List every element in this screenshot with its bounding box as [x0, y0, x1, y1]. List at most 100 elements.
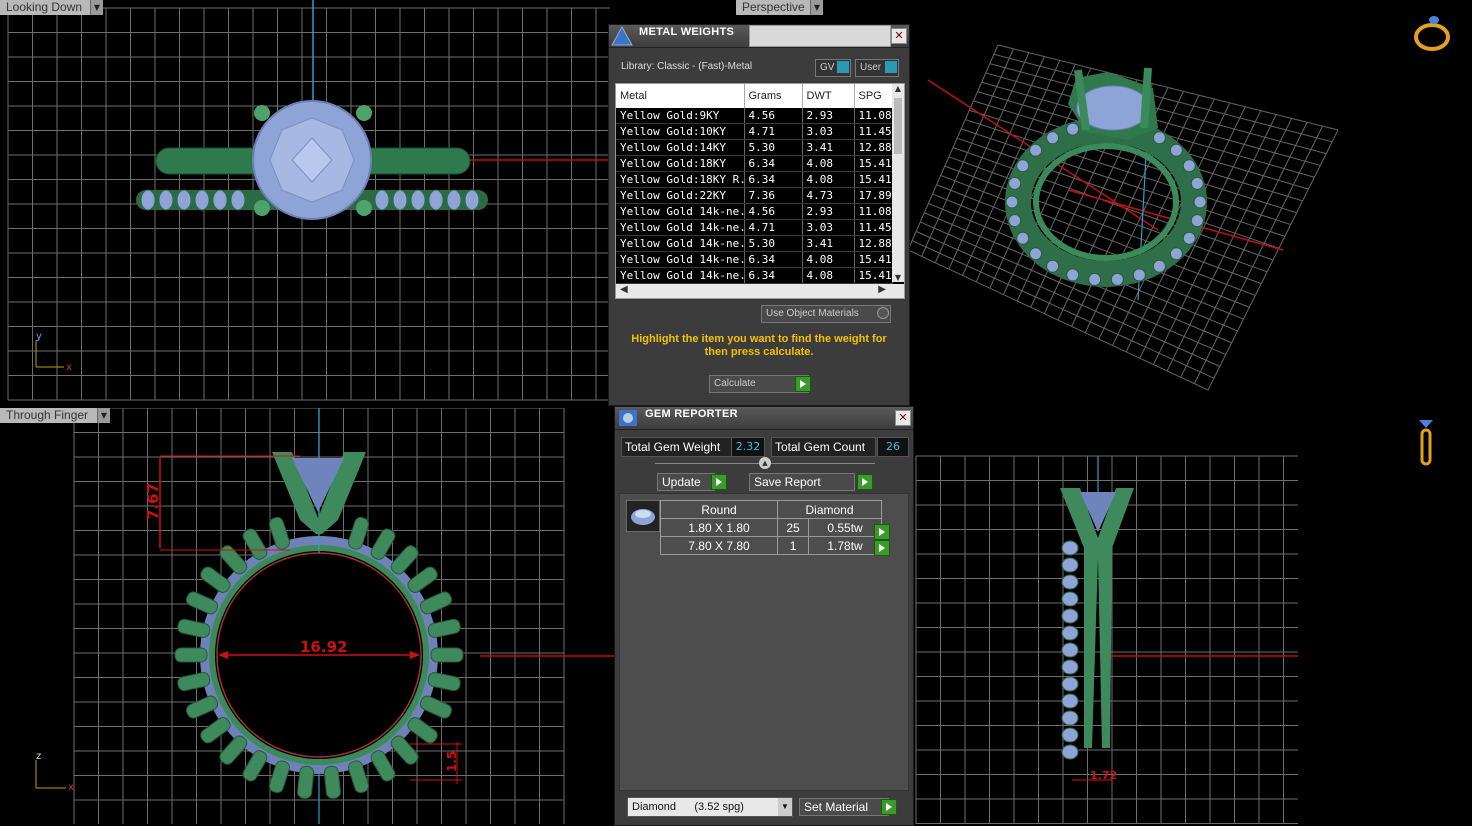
metal-row[interactable]: Yellow Gold 14k-ne...6.344.0815.41	[616, 251, 893, 268]
dimension-height: 7.67	[144, 483, 162, 520]
metal-row[interactable]: Yellow Gold:22KY 7.36 4.73 17.89	[616, 187, 893, 204]
metal-weights-titlebar[interactable]: METAL WEIGHTS ✕	[609, 25, 909, 48]
grid-side: 1.72	[915, 455, 1298, 824]
user-toggle[interactable]	[885, 61, 897, 73]
use-object-materials-button[interactable]: Use Object Materials	[761, 305, 891, 323]
gv-label: GV	[820, 62, 835, 73]
horizontal-scrollbar[interactable]: ◀ ▶	[616, 284, 904, 298]
metal-cell: 4.71	[744, 123, 803, 140]
gem-reporter-titlebar[interactable]: GEM REPORTER ✕	[615, 407, 913, 430]
metal-row[interactable]: Yellow Gold:10KY 4.71 3.03 11.45	[616, 123, 893, 140]
metal-row[interactable]: Yellow Gold 14k-ne...4.562.9311.08	[616, 203, 893, 220]
metal-weights-icon	[611, 26, 633, 46]
calculate-button[interactable]: Calculate	[709, 375, 809, 393]
gem-row-go-icon[interactable]	[874, 524, 890, 540]
metal-cell: 5.30	[744, 139, 803, 156]
viewport-perspective[interactable]: Perspective	[908, 0, 1472, 404]
dimension-diameter: 16.92	[300, 638, 347, 656]
metal-row[interactable]: Yellow Gold 14k-ne...5.303.4112.88	[616, 235, 893, 252]
gem-list-area[interactable]: Round Diamond 1.80 X 1.80 25 0.55tw 7.80 X …	[619, 493, 909, 791]
collapse-icon[interactable]: ▲	[759, 457, 771, 469]
viewport-side[interactable]: 1.72	[912, 408, 1472, 824]
metal-cell: 11.08	[854, 108, 893, 124]
ring-icon[interactable]	[1412, 12, 1452, 54]
update-button[interactable]: Update	[657, 473, 715, 491]
viewport-through-finger[interactable]: 7.67 16.92 1.5 z x Through Finger ▼	[0, 408, 614, 824]
scroll-down-icon[interactable]: ▼	[892, 273, 904, 282]
material-select[interactable]: Diamond (3.52 spg) ▼	[627, 797, 793, 817]
total-gem-count-label: Total Gem Count	[771, 437, 876, 457]
update-label: Update	[662, 475, 701, 489]
scroll-thumb[interactable]	[894, 98, 902, 154]
viewport-label[interactable]: Through Finger	[0, 408, 98, 423]
set-material-go-icon[interactable]	[881, 799, 897, 815]
viewport-menu-icon[interactable]: ▼	[90, 0, 103, 15]
metal-row[interactable]: Yellow Gold 14k-ne...4.713.0311.45	[616, 219, 893, 236]
metal-cell: 15.41	[854, 267, 893, 284]
grid-through-finger: 7.67 16.92 1.5 z x	[35, 408, 614, 824]
metal-cell: 4.08	[802, 267, 855, 284]
metal-cell: Yellow Gold 14k-ne...	[616, 219, 745, 236]
metal-cell: 3.41	[802, 139, 855, 156]
viewport-label[interactable]: Looking Down	[0, 0, 92, 15]
metal-row[interactable]: Yellow Gold:18KY 6.34 4.08 15.41	[616, 155, 893, 172]
metal-row[interactable]: Yellow Gold:18KY R...6.344.0815.41	[616, 171, 893, 188]
axis-x-label: x	[66, 362, 72, 373]
metal-column-header[interactable]: Grams	[744, 84, 803, 108]
close-icon[interactable]: ✕	[895, 410, 911, 426]
calculate-go-icon[interactable]	[795, 376, 811, 392]
scroll-left-icon[interactable]: ◀	[620, 284, 628, 295]
material-select-value: Diamond (3.52 spg)	[632, 801, 744, 813]
chevron-down-icon[interactable]: ▼	[778, 798, 792, 816]
metal-cell: 4.08	[802, 171, 855, 188]
gem-row-go-icon[interactable]	[874, 540, 890, 556]
scroll-right-icon[interactable]: ▶	[878, 284, 886, 295]
metal-table[interactable]: Metal Grams DWT SPG Yellow Gold:9KY 4.56 2.93…	[616, 84, 893, 284]
viewport-looking-down[interactable]: y x Looking Down ▼	[0, 0, 610, 404]
vertical-scrollbar[interactable]: ▲ ▼	[892, 84, 904, 282]
gem-row[interactable]: 1.80 X 1.80 25 0.55tw	[660, 518, 882, 537]
metal-cell: Yellow Gold:18KY R...	[616, 171, 745, 188]
pendant-icon[interactable]	[1416, 418, 1436, 470]
viewport-menu-icon[interactable]: ▼	[810, 0, 823, 15]
gem-size: 7.80 X 7.80	[660, 536, 778, 555]
calculate-hint: Highlight the item you want to find the …	[631, 333, 887, 358]
scroll-up-icon[interactable]: ▲	[892, 84, 904, 93]
gem-reporter-icon	[619, 410, 637, 426]
total-gem-weight-value: 2.32	[731, 437, 765, 457]
metal-row[interactable]: Yellow Gold:9KY 4.56 2.93 11.08	[616, 108, 893, 124]
update-go-icon[interactable]	[711, 474, 727, 490]
gem-table[interactable]: Round Diamond 1.80 X 1.80 25 0.55tw 7.80 X …	[660, 500, 882, 555]
set-material-button[interactable]: Set Material	[799, 798, 889, 816]
total-gem-weight-label: Total Gem Weight	[621, 437, 734, 457]
gem-size: 1.80 X 1.80	[660, 518, 778, 537]
metal-cell: Yellow Gold:22KY	[616, 187, 745, 204]
gem-row[interactable]: 7.80 X 7.80 1 1.78tw	[660, 536, 882, 555]
use-object-materials-toggle[interactable]	[877, 307, 889, 319]
gv-toggle[interactable]	[837, 61, 849, 73]
metal-cell: 6.34	[744, 171, 803, 188]
metal-column-header[interactable]: SPG	[854, 84, 893, 108]
metal-cell: 4.56	[744, 203, 803, 220]
total-gem-count-value: 26	[877, 437, 909, 457]
metal-cell: 4.71	[744, 219, 803, 236]
gem-reporter-title: GEM REPORTER	[645, 408, 738, 420]
metal-cell: 6.34	[744, 251, 803, 268]
close-icon[interactable]: ✕	[891, 28, 907, 44]
metal-column-header[interactable]: DWT	[802, 84, 855, 108]
save-report-go-icon[interactable]	[857, 474, 873, 490]
metal-row[interactable]: Yellow Gold:14KY 5.30 3.41 12.88	[616, 139, 893, 156]
dimension-width: 1.72	[1090, 769, 1117, 782]
metal-cell: Yellow Gold 14k-ne...	[616, 251, 745, 268]
metal-row[interactable]: Yellow Gold 14k-ne...6.344.0815.41	[616, 267, 893, 284]
viewport-label-perspective[interactable]: Perspective	[736, 0, 810, 15]
metal-table-container[interactable]: Metal Grams DWT SPG Yellow Gold:9KY 4.56 2.93…	[615, 83, 905, 299]
user-label: User	[860, 62, 882, 73]
metal-cell: 3.41	[802, 235, 855, 252]
library-label: Library: Classic - (Fast)-Metal	[621, 61, 753, 72]
titlebar-tab	[749, 25, 891, 47]
save-report-button[interactable]: Save Report	[749, 473, 855, 491]
metal-cell: 11.08	[854, 203, 893, 220]
metal-column-header[interactable]: Metal	[616, 84, 745, 108]
viewport-menu-icon[interactable]: ▼	[97, 408, 110, 423]
